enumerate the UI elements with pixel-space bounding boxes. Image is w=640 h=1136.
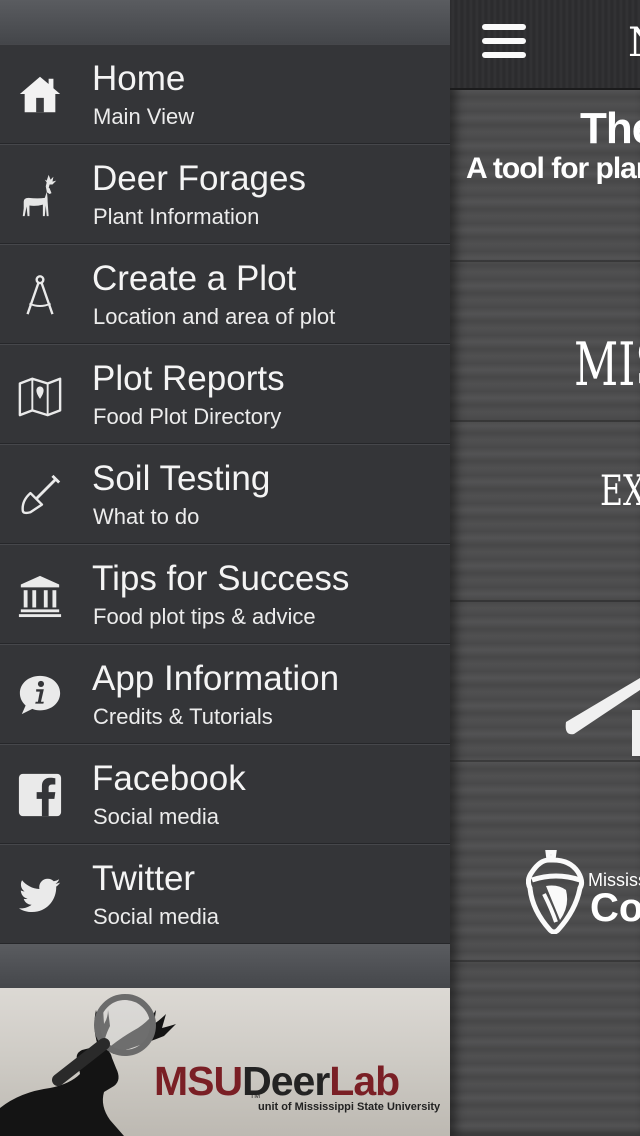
info-icon xyxy=(16,669,64,721)
menu-item-title: App Information xyxy=(92,659,340,698)
menu-item-title: Home xyxy=(92,59,186,98)
menu-item-soil-testing[interactable]: Soil Testing What to do xyxy=(0,444,450,544)
menu-item-title: Twitter xyxy=(92,859,196,898)
twitter-icon xyxy=(16,869,64,921)
menu-item-title: Create a Plot xyxy=(92,259,297,298)
logo-wordmark: MSUDeerLab xyxy=(154,1058,400,1105)
map-icon xyxy=(16,369,64,421)
logo-tagline: unit of Mississippi State University xyxy=(258,1101,441,1113)
menu-item-subtitle: Main View xyxy=(93,104,195,129)
navigation-drawer: Home Main View Deer Forages Plant Inform… xyxy=(0,0,450,1136)
msu-deer-lab-logo: MSUDeerLab TM unit of Mississippi State … xyxy=(0,988,450,1136)
menu-item-subtitle: Food Plot Directory xyxy=(93,404,282,429)
menu-item-title: Plot Reports xyxy=(92,359,285,398)
header-title: N xyxy=(628,20,640,66)
menu-item-subtitle: Social media xyxy=(93,804,219,829)
logo-lab: Lab xyxy=(329,1058,400,1104)
menu-item-subtitle: Social media xyxy=(93,904,219,929)
menu-item-twitter[interactable]: Twitter Social media xyxy=(0,844,450,944)
menu-item-facebook[interactable]: Facebook Social media xyxy=(0,744,450,844)
menu-item-tips-for-success[interactable]: Tips for Success Food plot tips & advice xyxy=(0,544,450,644)
menu-item-title: Soil Testing xyxy=(92,459,271,498)
logo-msu: MSU xyxy=(154,1058,243,1104)
menu-item-title: Facebook xyxy=(92,759,246,798)
main-subtitle: A tool for plan xyxy=(466,152,640,185)
wood-grain xyxy=(450,420,640,422)
pen-icon xyxy=(565,678,640,756)
logo-trademark: TM xyxy=(250,1093,261,1100)
institution-icon xyxy=(16,569,64,621)
home-icon xyxy=(16,69,64,121)
main-view[interactable]: N The A tool for plan MIS EXT Mississ Co… xyxy=(450,0,640,1136)
extension-wordmark: EXT xyxy=(600,466,640,515)
mississippi-wordmark: MIS xyxy=(574,330,640,400)
facebook-icon xyxy=(16,769,64,821)
main-header-bar: N xyxy=(450,0,640,90)
msu-college-word: Col xyxy=(590,886,640,930)
deer-icon xyxy=(16,169,64,221)
menu-item-app-information[interactable]: App Information Credits & Tutorials xyxy=(0,644,450,744)
shovel-icon xyxy=(16,469,64,521)
menu-item-subtitle: What to do xyxy=(93,504,200,529)
menu-item-title: Deer Forages xyxy=(92,159,306,198)
wood-grain xyxy=(450,260,640,262)
menu-item-subtitle: Food plot tips & advice xyxy=(93,604,316,629)
menu-item-subtitle: Location and area of plot xyxy=(93,304,336,329)
menu-item-create-plot[interactable]: Create a Plot Location and area of plot xyxy=(0,244,450,344)
menu-item-home[interactable]: Home Main View xyxy=(0,44,450,144)
compass-icon xyxy=(16,269,64,321)
acorn-icon xyxy=(526,850,585,934)
menu-item-title: Tips for Success xyxy=(92,559,350,598)
main-title: The xyxy=(580,104,640,153)
drawer-top-bar xyxy=(0,0,450,44)
menu-item-subtitle: Credits & Tutorials xyxy=(93,704,273,729)
menu-item-subtitle: Plant Information xyxy=(93,204,260,229)
menu-item-deer-forages[interactable]: Deer Forages Plant Information xyxy=(0,144,450,244)
menu-item-plot-reports[interactable]: Plot Reports Food Plot Directory xyxy=(0,344,450,444)
wood-grain xyxy=(450,960,640,962)
wood-grain xyxy=(450,600,640,602)
drawer-bottom-bar xyxy=(0,944,450,988)
hamburger-menu-icon[interactable] xyxy=(482,24,526,60)
